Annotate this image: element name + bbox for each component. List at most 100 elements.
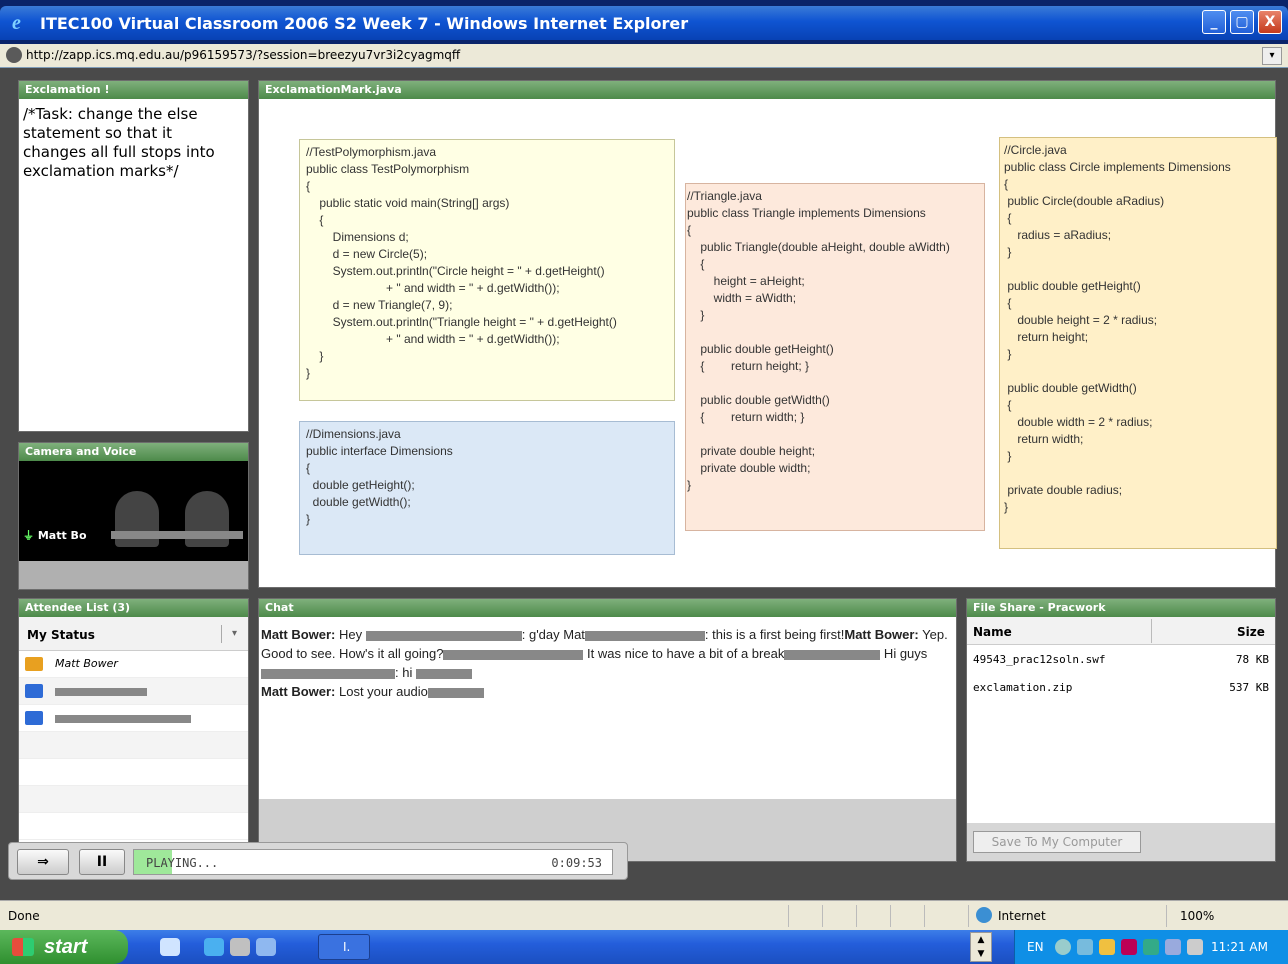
camera-controls-bar <box>19 561 248 589</box>
attendee-list-panel: Attendee List (3) My Status ▾ Matt Bower <box>18 598 249 862</box>
security-icon[interactable] <box>1121 939 1137 955</box>
redacted-name <box>443 649 584 660</box>
pause-button[interactable]: II <box>79 849 125 875</box>
language-indicator[interactable]: EN <box>1027 940 1044 954</box>
statusbar-divider <box>890 905 891 927</box>
file-size: 78 KB <box>1235 653 1269 666</box>
volume-icon[interactable] <box>1143 939 1159 955</box>
maximize-button[interactable]: ▢ <box>1230 10 1254 34</box>
attendee-panel-title: Attendee List (3) <box>19 599 248 617</box>
minimize-button[interactable]: _ <box>1202 10 1226 34</box>
playback-status: PLAYING... <box>146 856 219 870</box>
participant-user-icon <box>25 711 43 725</box>
tray-expand-icon[interactable] <box>1055 939 1071 955</box>
chat-transcript: Matt Bower: Hey : g'day Mat: this is a f… <box>259 617 956 799</box>
triangle-note: //Triangle.java public class Triangle im… <box>685 183 985 531</box>
file-column-name[interactable]: Name <box>973 625 1012 639</box>
taskbar-ie-window[interactable]: I. <box>318 934 370 960</box>
attendee-row[interactable]: Matt Bower <box>19 651 248 678</box>
statusbar-divider <box>924 905 925 927</box>
chat-panel-title: Chat <box>259 599 956 617</box>
taskbar-scroll-arrows[interactable]: ▲ ▼ <box>970 932 992 962</box>
chevron-down-icon[interactable]: ▾ <box>221 625 247 643</box>
messenger-icon[interactable] <box>1099 939 1115 955</box>
attendee-row[interactable] <box>19 705 248 732</box>
file-share-panel-title: File Share - Pracwork <box>967 599 1275 617</box>
attendee-row-empty <box>19 813 248 840</box>
app-quicklaunch-icon[interactable] <box>256 938 276 956</box>
file-share-footer: Save To My Computer <box>967 823 1275 861</box>
address-dropdown-button[interactable]: ▾ <box>1262 47 1282 65</box>
statusbar-divider <box>788 905 789 927</box>
code-panel-title: ExclamationMark.java <box>259 81 1275 99</box>
file-name: 49543_prac12soln.swf <box>973 653 1106 666</box>
system-tray: EN 11:21 AM <box>1014 930 1288 964</box>
exclamation-panel-title: Exclamation ! <box>19 81 248 99</box>
network-icon[interactable] <box>1077 939 1093 955</box>
attendee-row-empty <box>19 786 248 813</box>
clock: 11:21 AM <box>1211 940 1268 954</box>
media-quicklaunch-icon[interactable] <box>230 938 250 956</box>
exclamation-note-text: /*Task: change the else statement so tha… <box>23 105 215 180</box>
ie-logo-icon: e <box>12 12 21 34</box>
my-status-label: My Status <box>27 628 95 642</box>
redacted-name <box>261 668 395 679</box>
camera-user-name: Matt Bo <box>37 529 87 542</box>
my-status-selector[interactable]: My Status ▾ <box>19 617 248 651</box>
file-row[interactable]: exclamation.zip 537 KB <box>967 673 1275 701</box>
redacted-name <box>365 630 522 641</box>
redacted-name <box>55 688 147 696</box>
code-whiteboard-panel: ExclamationMark.java //TestPolymorphism.… <box>258 80 1277 588</box>
exclamation-panel: Exclamation ! /*Task: change the else st… <box>18 80 249 432</box>
camera-user-label: ⏚ Matt Bo <box>23 527 87 543</box>
statusbar-divider <box>1166 905 1167 927</box>
display-icon[interactable] <box>1165 939 1181 955</box>
security-zone[interactable]: Internet <box>998 909 1046 923</box>
playback-time: 0:09:53 <box>551 856 602 870</box>
participant-user-icon <box>25 684 43 698</box>
redacted-name <box>55 715 191 723</box>
redacted-name <box>427 687 484 698</box>
close-button[interactable]: X <box>1258 10 1282 34</box>
chat-message: : this is a first being first! <box>704 627 845 642</box>
attendee-row-empty <box>19 732 248 759</box>
column-divider <box>1151 619 1152 643</box>
statusbar-divider <box>856 905 857 927</box>
address-url[interactable]: http://zapp.ics.mq.edu.au/p96159573/?ses… <box>26 48 460 62</box>
file-column-size[interactable]: Size <box>1237 625 1265 639</box>
globe-icon <box>976 907 992 923</box>
chat-message: Hey <box>335 627 366 642</box>
windows-flag-icon <box>12 938 34 956</box>
file-row[interactable]: 49543_prac12soln.swf 78 KB <box>967 645 1275 673</box>
windows-taskbar: start I. EN 11:21 AM <box>0 930 1288 964</box>
zoom-level[interactable]: 100% <box>1180 909 1214 923</box>
export-button[interactable]: ⇒ <box>17 849 69 875</box>
file-share-panel: File Share - Pracwork Name Size 49543_pr… <box>966 598 1276 862</box>
chat-panel: Chat Matt Bower: Hey : g'day Mat: this i… <box>258 598 957 862</box>
host-user-icon <box>25 657 43 671</box>
save-to-computer-button[interactable]: Save To My Computer <box>973 831 1141 853</box>
page-icon <box>6 47 22 63</box>
ie-quicklaunch-icon[interactable] <box>204 938 224 956</box>
camera-panel-title: Camera and Voice <box>19 443 248 461</box>
statusbar-divider <box>822 905 823 927</box>
circle-note: //Circle.java public class Circle implem… <box>999 137 1277 549</box>
camera-video: ⏚ Matt Bo <box>19 461 248 561</box>
browser-statusbar: Done Internet 100% <box>0 900 1288 930</box>
file-list-header: Name Size <box>967 617 1275 645</box>
file-size: 537 KB <box>1229 681 1269 694</box>
redacted-name <box>111 531 243 539</box>
recording-player-bar: ⇒ II PLAYING... 0:09:53 <box>8 842 628 880</box>
attendee-row[interactable] <box>19 678 248 705</box>
window-titlebar: e ITEC100 Virtual Classroom 2006 S2 Week… <box>0 0 1288 48</box>
device-icon[interactable] <box>1187 939 1203 955</box>
chat-message: : hi <box>395 665 416 680</box>
microphone-icon: ⏚ <box>23 529 38 542</box>
chat-message: Hi guys <box>880 646 928 661</box>
chat-sender: Matt Bower: <box>261 627 336 642</box>
playback-progress[interactable]: PLAYING... 0:09:53 <box>133 849 613 875</box>
address-bar: http://zapp.ics.mq.edu.au/p96159573/?ses… <box>0 44 1288 68</box>
show-desktop-icon[interactable] <box>160 938 180 956</box>
taskbar-window-label: I. <box>343 940 351 954</box>
chat-message: Lost your audio <box>335 684 428 699</box>
